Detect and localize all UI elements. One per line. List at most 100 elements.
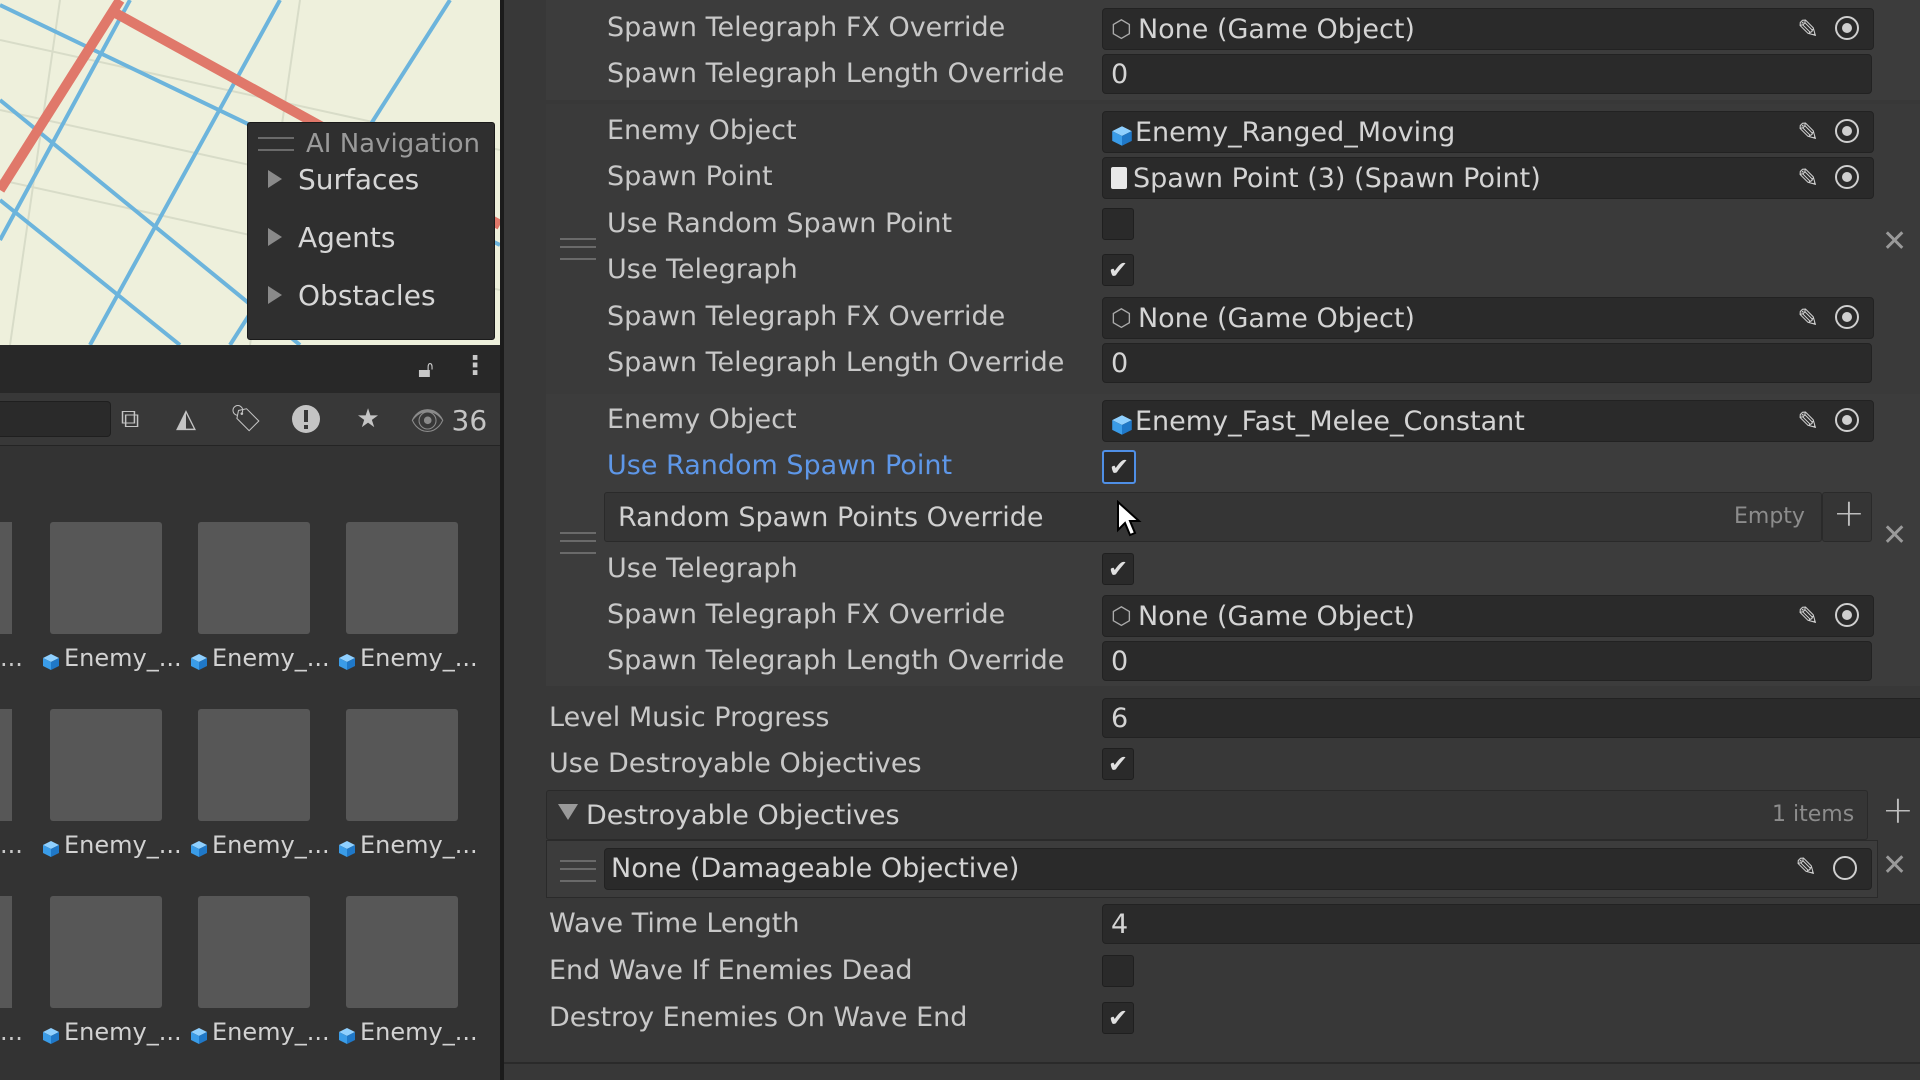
telegraph-fx-field[interactable]: ⬡ None (Game Object) ✎: [1102, 595, 1874, 637]
edit-pencil-icon[interactable]: ✎: [1797, 164, 1819, 194]
object-picker-icon[interactable]: [1835, 603, 1859, 627]
prefab-cube-icon: [338, 649, 356, 670]
checkmark-icon: ✔: [1107, 750, 1129, 778]
drag-handle-icon[interactable]: [258, 137, 294, 151]
more-options-icon[interactable]: ⋮: [462, 351, 488, 381]
asset-thumbnail[interactable]: [0, 709, 12, 821]
reorder-handle-icon[interactable]: [560, 860, 596, 882]
expand-arrow-icon[interactable]: [268, 170, 282, 188]
damageable-objective-field[interactable]: None (Damageable Objective) ✎: [604, 848, 1872, 890]
use-telegraph-checkbox[interactable]: ✔: [1102, 254, 1134, 286]
asset-name: Enemy_...: [212, 644, 330, 672]
asset-label-row: Enemy_...: [190, 644, 330, 672]
field-label: Destroy Enemies On Wave End: [549, 1002, 968, 1033]
telegraph-fx-field[interactable]: ⬡ None (Game Object) ✎: [1102, 297, 1874, 339]
filter-by-label-icon[interactable]: 🏷︎: [230, 403, 263, 435]
level-music-progress-field[interactable]: 6: [1102, 698, 1920, 738]
favorites-star-icon[interactable]: ★: [352, 403, 384, 435]
object-picker-icon[interactable]: [1835, 305, 1859, 329]
field-value: Enemy_Ranged_Moving: [1135, 116, 1456, 148]
expand-arrow-icon[interactable]: [268, 228, 282, 246]
asset-thumbnail: [346, 896, 458, 1008]
asset-label-row: Enemy_...: [338, 644, 478, 672]
asset-thumbnail[interactable]: [0, 522, 12, 634]
telegraph-fx-field[interactable]: ⬡ None (Game Object) ✎: [1102, 8, 1874, 50]
filter-by-type-icon[interactable]: ◭: [170, 403, 202, 435]
telegraph-length-field[interactable]: 0: [1102, 641, 1872, 681]
ai-item-label: Agents: [298, 220, 396, 254]
gameobject-icon: ⬡: [1111, 602, 1132, 630]
hidden-packages-toggle[interactable]: 👁︎ 36: [410, 404, 487, 437]
prefab-cube-icon: [1111, 412, 1132, 435]
use-random-spawn-checkbox[interactable]: [1102, 208, 1134, 240]
telegraph-length-field[interactable]: 0: [1102, 343, 1872, 383]
script-icon: [1111, 167, 1127, 189]
asset-label-row: Enemy_...: [338, 831, 478, 859]
mouse-cursor-icon: [1117, 500, 1142, 537]
object-picker-icon[interactable]: [1833, 856, 1857, 880]
asset-name: Enemy_...: [64, 644, 182, 672]
gameobject-icon: ⬡: [1111, 304, 1132, 332]
checkmark-icon: ✔: [1108, 453, 1130, 481]
asset-label: ...: [0, 1018, 23, 1046]
asset-thumbnail: [346, 709, 458, 821]
ai-navigation-header[interactable]: AI Navigation: [258, 129, 480, 159]
remove-element-icon[interactable]: ✕: [1882, 848, 1907, 883]
use-telegraph-checkbox[interactable]: ✔: [1102, 553, 1134, 585]
asset-name: Enemy_...: [212, 831, 330, 859]
hidden-count: 36: [451, 404, 488, 437]
foldout-arrow-icon[interactable]: [558, 804, 578, 820]
destroy-enemies-on-wave-end-checkbox[interactable]: ✔: [1102, 1002, 1134, 1034]
add-element-button[interactable]: +: [1870, 788, 1920, 838]
asset-thumbnail: [50, 709, 162, 821]
object-picker-icon[interactable]: [1835, 165, 1859, 189]
ai-item-obstacles[interactable]: Obstacles: [268, 275, 436, 315]
remove-element-icon[interactable]: ✕: [1882, 518, 1907, 553]
asset-label: ...: [0, 644, 23, 672]
asset-thumbnail: [50, 896, 162, 1008]
project-panel-header: 🔓︎ ⋮: [0, 345, 500, 394]
edit-pencil-icon[interactable]: ✎: [1797, 118, 1819, 148]
prefab-cube-icon: [42, 1023, 60, 1044]
reorder-handle-icon[interactable]: [560, 238, 596, 260]
inspector-divider: [504, 1062, 1920, 1064]
list-title: Random Spawn Points Override: [618, 502, 1044, 533]
edit-pencil-icon[interactable]: ✎: [1797, 15, 1819, 45]
asset-label-row: Enemy_...: [190, 831, 330, 859]
edit-pencil-icon[interactable]: ✎: [1797, 407, 1819, 437]
ai-item-agents[interactable]: Agents: [268, 217, 395, 257]
scene-view[interactable]: AI Navigation Surfaces Agents Obstacles: [0, 0, 500, 345]
telegraph-length-field[interactable]: 0: [1102, 54, 1872, 94]
enemy-object-field[interactable]: Enemy_Ranged_Moving ✎: [1102, 111, 1874, 153]
expand-arrow-icon[interactable]: [268, 286, 282, 304]
ai-item-surfaces[interactable]: Surfaces: [268, 159, 419, 199]
edit-pencil-icon[interactable]: ✎: [1797, 602, 1819, 632]
warning-filter-icon[interactable]: [290, 403, 322, 435]
field-label: Spawn Telegraph Length Override: [607, 645, 1065, 676]
spawn-point-field[interactable]: Spawn Point (3) (Spawn Point) ✎: [1102, 157, 1874, 199]
field-value: None (Damageable Objective): [611, 853, 1020, 884]
use-destroyable-objectives-checkbox[interactable]: ✔: [1102, 748, 1134, 780]
edit-pencil-icon[interactable]: ✎: [1795, 853, 1817, 883]
reorder-handle-icon[interactable]: [560, 532, 596, 554]
asset-thumbnail: [198, 896, 310, 1008]
asset-name: Enemy_...: [64, 1018, 182, 1046]
object-picker-icon[interactable]: [1835, 16, 1859, 40]
search-by-type-icon[interactable]: ⧉: [114, 403, 146, 435]
enemy-object-field[interactable]: Enemy_Fast_Melee_Constant ✎: [1102, 400, 1874, 442]
field-value: None (Game Object): [1137, 13, 1415, 45]
object-picker-icon[interactable]: [1835, 408, 1859, 432]
checkmark-icon: ✔: [1107, 256, 1129, 284]
asset-thumbnail: [198, 522, 310, 634]
object-picker-icon[interactable]: [1835, 119, 1859, 143]
use-random-spawn-checkbox[interactable]: ✔: [1102, 450, 1136, 484]
edit-pencil-icon[interactable]: ✎: [1797, 304, 1819, 334]
project-search-input[interactable]: [0, 401, 111, 437]
lock-icon[interactable]: 🔓︎: [418, 355, 434, 383]
wave-time-length-field[interactable]: 4: [1102, 904, 1920, 944]
end-wave-if-enemies-dead-checkbox[interactable]: [1102, 955, 1134, 987]
remove-element-icon[interactable]: ✕: [1882, 224, 1907, 259]
asset-thumbnail[interactable]: [0, 896, 12, 1008]
add-element-button[interactable]: +: [1822, 491, 1872, 542]
field-label: Spawn Telegraph FX Override: [607, 599, 1006, 630]
